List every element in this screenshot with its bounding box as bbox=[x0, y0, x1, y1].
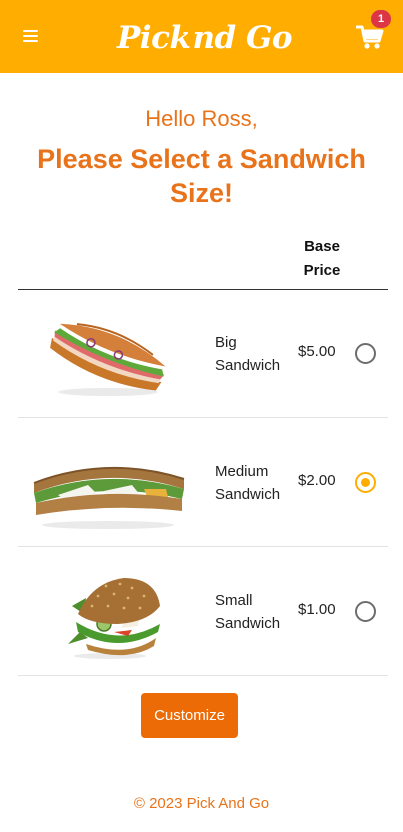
brand-logo[interactable]: Pick nd Go bbox=[117, 14, 293, 62]
size-row-small[interactable]: Small Sandwich $1.00 bbox=[18, 548, 388, 676]
cart-count-badge: 1 bbox=[371, 10, 391, 28]
footer-copyright: © 2023 Pick And Go bbox=[133, 795, 270, 812]
triangle-sandwich-image bbox=[33, 466, 185, 529]
size-row-big[interactable]: Big Sandwich $5.00 bbox=[18, 290, 388, 418]
size-name-big: Big Sandwich bbox=[215, 334, 281, 374]
logo-text-pick: Pick bbox=[117, 20, 191, 56]
size-name-small: Small Sandwich bbox=[215, 592, 281, 632]
size-row-medium[interactable]: Medium Sandwich $2.00 bbox=[18, 419, 388, 547]
top-navbar: Pick nd Go 1 bbox=[0, 0, 403, 73]
size-price-big: $5.00 bbox=[298, 343, 336, 360]
size-radio-medium[interactable] bbox=[355, 472, 376, 493]
size-name-medium: Medium Sandwich bbox=[215, 463, 281, 503]
size-price-small: $1.00 bbox=[298, 601, 336, 618]
size-price-medium: $2.00 bbox=[298, 472, 336, 489]
size-radio-big[interactable] bbox=[355, 343, 376, 364]
logo-text-and-go: nd Go bbox=[192, 20, 293, 56]
customize-button[interactable]: Customize bbox=[141, 693, 238, 738]
sub-sandwich-image bbox=[50, 323, 166, 396]
size-radio-small[interactable] bbox=[355, 601, 376, 622]
greeting-text: Hello Ross, bbox=[145, 106, 258, 131]
hamburger-menu-icon[interactable] bbox=[23, 29, 38, 43]
burger-sandwich-image bbox=[68, 578, 160, 659]
base-price-column-header: Base Price bbox=[303, 238, 341, 279]
page-title: Please Select a Sandwich Size! bbox=[37, 144, 366, 208]
